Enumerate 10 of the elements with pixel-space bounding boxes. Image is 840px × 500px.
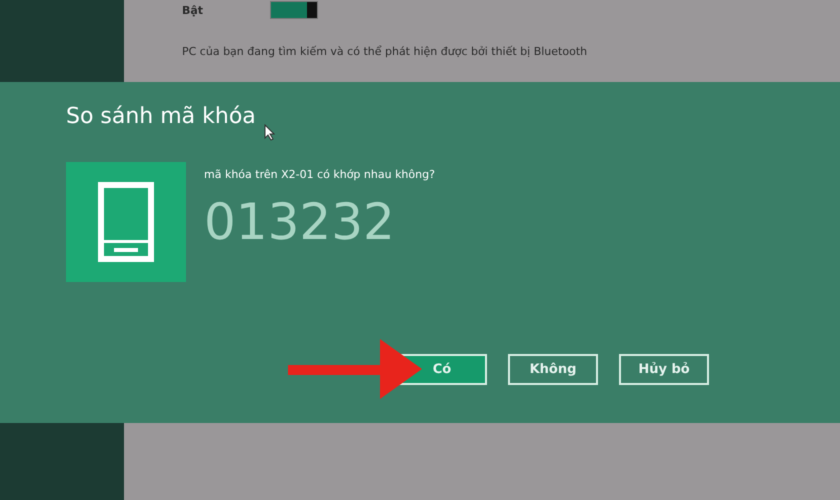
phone-icon <box>98 182 154 262</box>
status-text: PC của bạn đang tìm kiếm và có thể phát hiện được bởi thiết bị Bluetooth <box>182 45 588 58</box>
toggle-switch[interactable] <box>270 1 318 19</box>
passkey-code: 013232 <box>204 193 395 251</box>
question-text: mã khóa trên X2-01 có khớp nhau không? <box>204 168 435 181</box>
cursor-icon <box>264 124 275 141</box>
setting-label: Bật <box>182 4 204 16</box>
dialog-button[interactable]: Hủy bỏ <box>619 354 709 385</box>
dialog-title: So sánh mã khóa <box>66 103 256 131</box>
dialog-button[interactable]: Không <box>508 354 598 385</box>
